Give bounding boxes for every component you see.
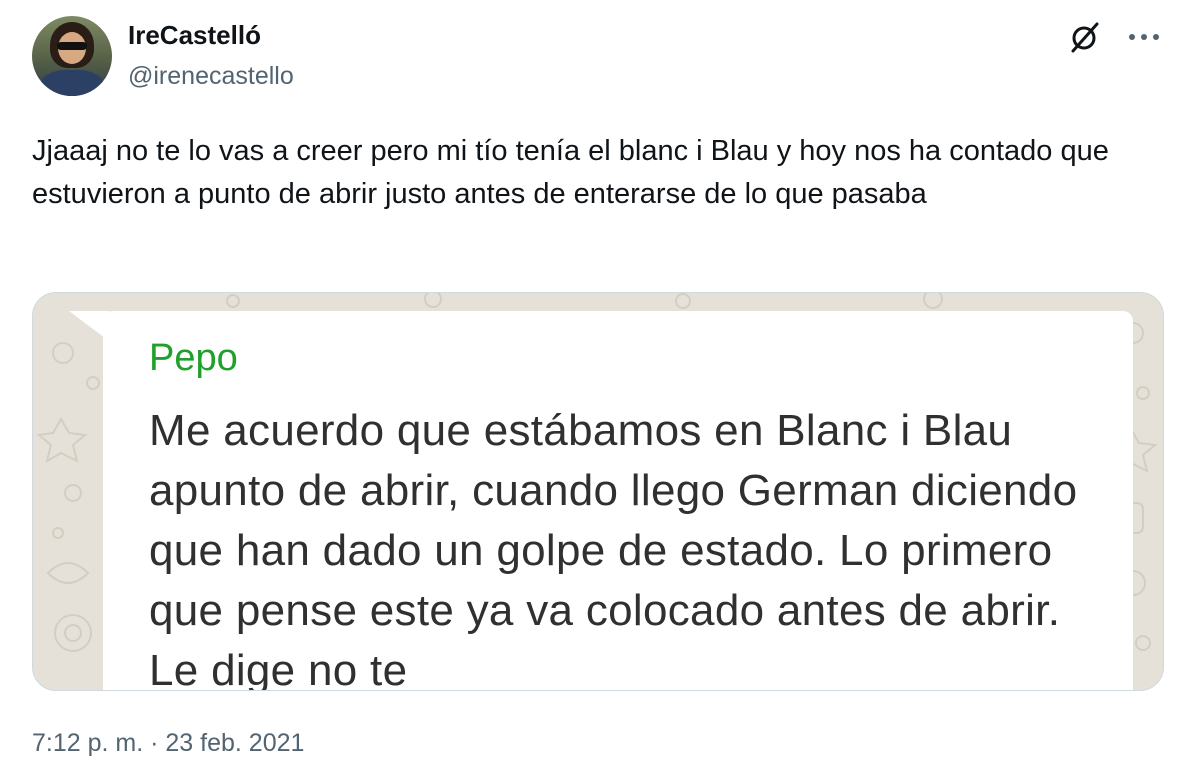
more-options-icon[interactable] <box>1124 20 1164 54</box>
tweet-text: Jjaaaj no te lo vas a creer pero mi tío … <box>32 135 1109 210</box>
tweet-media-image[interactable]: Pepo Me acuerdo que estábamos en Blanc i… <box>32 292 1164 691</box>
author-display-name[interactable]: IreCastelló <box>128 20 261 51</box>
tweet-timestamp[interactable]: 7:12 p. m. · 23 feb. 2021 <box>32 729 304 758</box>
author-handle[interactable]: @irenecastello <box>128 62 294 91</box>
message-text: Me acuerdo que estábamos en Blanc i Blau… <box>149 406 1078 691</box>
message-sender: Pepo <box>149 337 238 379</box>
chat-message-bubble: Pepo Me acuerdo que estábamos en Blanc i… <box>103 311 1133 691</box>
avatar[interactable] <box>32 16 112 96</box>
grok-icon[interactable] <box>1068 20 1102 54</box>
